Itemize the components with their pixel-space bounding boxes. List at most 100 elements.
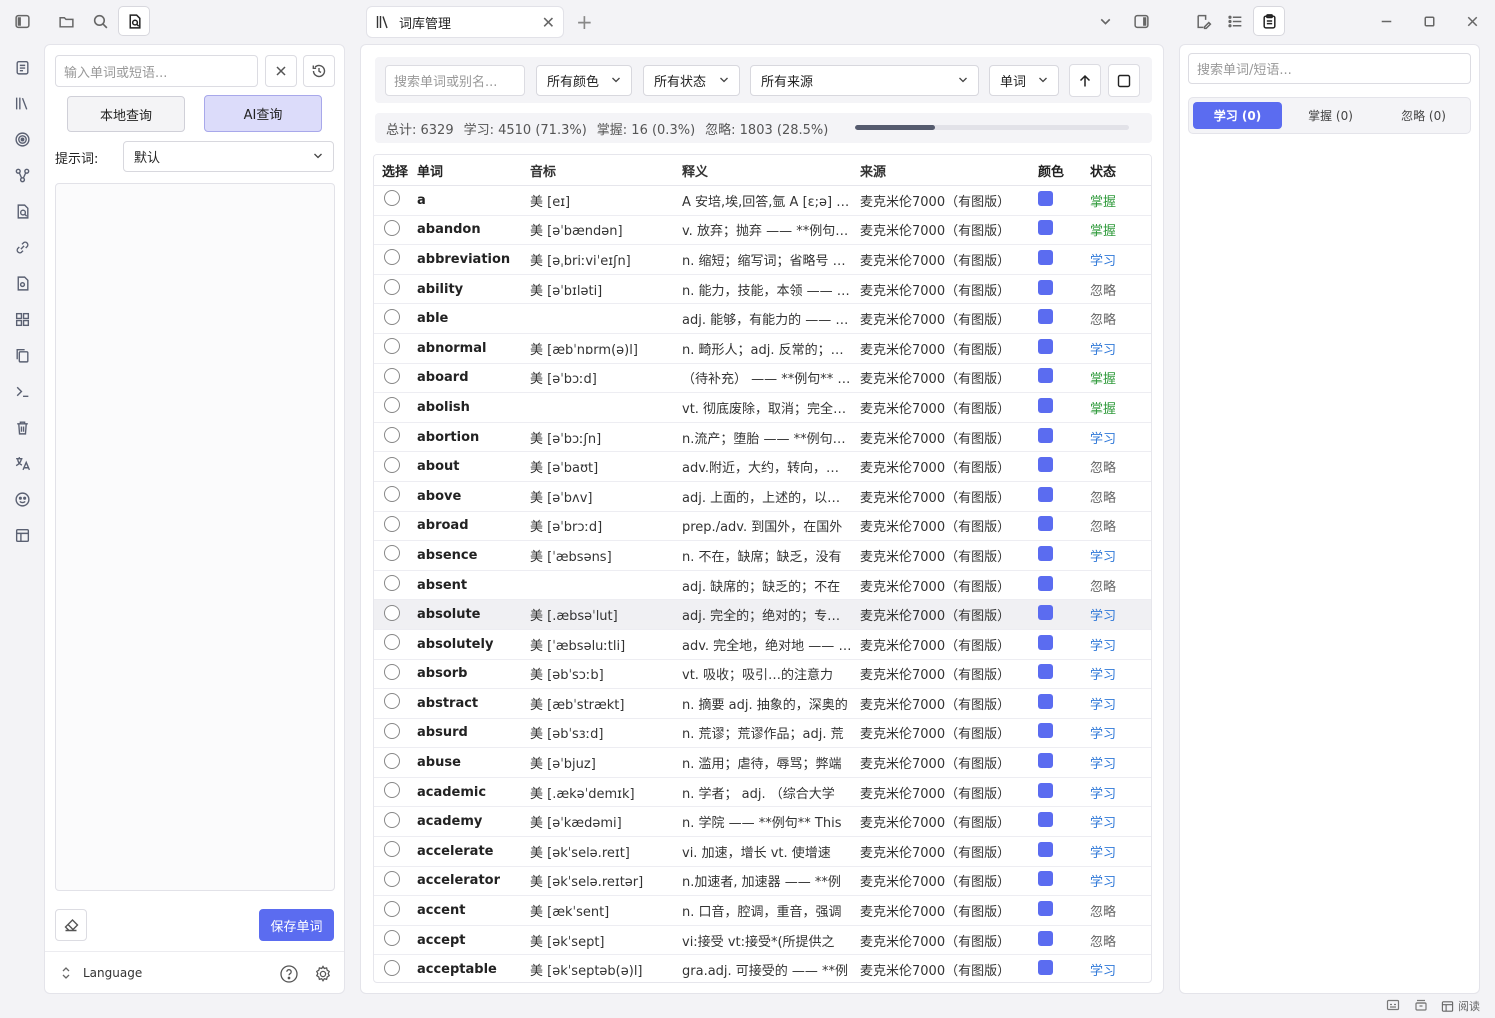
table-row[interactable]: abuse 美 [əˈbjuz] n. 滥用；虐待，辱骂；弊端 麦克米伦7000（有图…: [374, 748, 1151, 778]
row-checkbox[interactable]: [384, 456, 400, 473]
edit-note-icon[interactable]: [1190, 8, 1216, 34]
status-filter-select[interactable]: 所有状态: [643, 65, 740, 96]
color-swatch[interactable]: [1038, 693, 1053, 709]
table-row[interactable]: academic 美 [.ækəˈdemɪk] n. 学者； adj. （综合大学 麦…: [374, 778, 1151, 808]
dictionary-search-icon[interactable]: [12, 201, 32, 221]
color-swatch[interactable]: [1038, 753, 1053, 769]
word-cell[interactable]: aboard: [417, 370, 530, 385]
layout-icon[interactable]: [12, 525, 32, 545]
color-swatch[interactable]: [1038, 901, 1053, 917]
row-checkbox[interactable]: [384, 486, 400, 503]
row-checkbox[interactable]: [384, 900, 400, 917]
word-cell[interactable]: abnormal: [417, 341, 530, 356]
status-cell[interactable]: 学习: [1090, 812, 1140, 831]
word-cell[interactable]: abandon: [417, 222, 530, 237]
table-row[interactable]: absolutely 美 [ˈæbsəluːtli] adv. 完全地，绝对地 ——…: [374, 630, 1151, 660]
status-cell[interactable]: 学习: [1090, 783, 1140, 802]
table-row[interactable]: abroad 美 [əˈbrɔːd] prep./adv. 到国外，在国外 麦克米伦7…: [374, 512, 1151, 542]
close-icon[interactable]: ✕: [542, 13, 555, 32]
word-search-input[interactable]: 搜索单词或别名...: [385, 65, 525, 96]
word-cell[interactable]: absorb: [417, 666, 530, 681]
new-tab-icon[interactable]: +: [576, 10, 593, 34]
word-cell[interactable]: abortion: [417, 430, 530, 445]
status-cell[interactable]: 忽略: [1090, 931, 1140, 950]
word-cell[interactable]: abstract: [417, 696, 530, 711]
tab-vocab-manager[interactable]: 词库管理 ✕: [366, 6, 564, 38]
color-swatch[interactable]: [1038, 279, 1053, 295]
status-cell[interactable]: 学习: [1090, 664, 1140, 683]
color-swatch[interactable]: [1038, 457, 1053, 473]
status-cell[interactable]: 学习: [1090, 605, 1140, 624]
settings-gear-icon[interactable]: [313, 964, 333, 984]
source-filter-select[interactable]: 所有来源: [750, 65, 979, 96]
search-icon[interactable]: [87, 8, 113, 34]
ai-query-button[interactable]: AI查询: [204, 95, 322, 132]
row-checkbox[interactable]: [384, 959, 400, 976]
color-swatch[interactable]: [1038, 871, 1053, 887]
window-close-icon[interactable]: [1459, 8, 1485, 34]
color-swatch[interactable]: [1038, 545, 1053, 561]
row-checkbox[interactable]: [384, 811, 400, 828]
status-cell[interactable]: 掌握: [1090, 368, 1140, 387]
status-cell[interactable]: 学习: [1090, 694, 1140, 713]
tab-master[interactable]: 掌握 (0): [1286, 102, 1375, 129]
word-cell[interactable]: able: [417, 311, 530, 326]
table-row[interactable]: accent 美 [ækˈsent] n. 口音，腔调，重音，强调 麦克米伦7000（…: [374, 896, 1151, 926]
status-cell[interactable]: 掌握: [1090, 191, 1140, 210]
word-cell[interactable]: acceptable: [417, 962, 530, 977]
table-row[interactable]: able adj. 能够，有能力的 —— **例 麦克米伦7000（有图版） 忽略: [374, 304, 1151, 334]
color-swatch[interactable]: [1038, 812, 1053, 828]
archive-icon[interactable]: [1414, 998, 1428, 1012]
word-cell[interactable]: accept: [417, 933, 530, 948]
row-checkbox[interactable]: [384, 782, 400, 799]
row-checkbox[interactable]: [384, 604, 400, 621]
word-cell[interactable]: above: [417, 489, 530, 504]
word-input[interactable]: 输入单词或短语...: [55, 55, 258, 87]
color-swatch[interactable]: [1038, 249, 1053, 265]
row-checkbox[interactable]: [384, 930, 400, 947]
table-row[interactable]: absorb 美 [əbˈsɔːb] vt. 吸收；吸引…的注意力 麦克米伦7000（…: [374, 660, 1151, 690]
color-swatch[interactable]: [1038, 782, 1053, 798]
row-checkbox[interactable]: [384, 397, 400, 414]
word-cell[interactable]: absence: [417, 548, 530, 563]
status-cell[interactable]: 学习: [1090, 960, 1140, 979]
status-cell[interactable]: 学习: [1090, 723, 1140, 742]
target-icon[interactable]: [12, 129, 32, 149]
status-cell[interactable]: 忽略: [1090, 280, 1140, 299]
row-checkbox[interactable]: [384, 367, 400, 384]
table-row[interactable]: accelerator 美 [əkˈselə.reɪtər] n.加速者, 加速器 …: [374, 867, 1151, 897]
table-row[interactable]: about 美 [əˈbaʊt] adv.附近，大约，转向，周围 麦克米伦7000（有…: [374, 452, 1151, 482]
trash-icon[interactable]: [12, 417, 32, 437]
row-checkbox[interactable]: [384, 634, 400, 651]
status-cell[interactable]: 学习: [1090, 546, 1140, 565]
color-swatch[interactable]: [1038, 605, 1053, 621]
status-cell[interactable]: 忽略: [1090, 901, 1140, 920]
list-icon[interactable]: [1222, 8, 1248, 34]
status-cell[interactable]: 忽略: [1090, 576, 1140, 595]
word-cell[interactable]: ability: [417, 282, 530, 297]
color-swatch[interactable]: [1038, 486, 1053, 502]
table-row[interactable]: abortion 美 [əˈbɔːʃn] n.流产；堕胎 —— **例句** He 麦…: [374, 423, 1151, 453]
word-cell[interactable]: absolute: [417, 607, 530, 622]
row-checkbox[interactable]: [384, 308, 400, 325]
clear-input-button[interactable]: [265, 55, 297, 87]
status-cell[interactable]: 学习: [1090, 635, 1140, 654]
save-word-button[interactable]: 保存单词: [259, 909, 334, 941]
eraser-button[interactable]: [55, 909, 87, 941]
row-checkbox[interactable]: [384, 279, 400, 296]
word-cell[interactable]: abuse: [417, 755, 530, 770]
color-swatch[interactable]: [1038, 634, 1053, 650]
table-row[interactable]: absurd 美 [əbˈsɜːd] n. 荒谬；荒谬作品；adj. 荒麦克米伦70…: [374, 719, 1151, 749]
color-swatch[interactable]: [1038, 516, 1053, 532]
color-swatch[interactable]: [1038, 723, 1053, 739]
table-row[interactable]: above 美 [əˈbʌv] adj. 上面的，上述的，以上的 麦克米伦7000（有…: [374, 482, 1151, 512]
color-swatch[interactable]: [1038, 664, 1053, 680]
word-cell[interactable]: academic: [417, 785, 530, 800]
status-cell[interactable]: 学习: [1090, 871, 1140, 890]
row-checkbox[interactable]: [384, 249, 400, 266]
dictionary-lookup-icon[interactable]: [118, 6, 150, 36]
table-row[interactable]: absence 美 [ˈæbsəns] n. 不在，缺席；缺乏，没有 麦克米伦7000…: [374, 541, 1151, 571]
table-row[interactable]: accelerate 美 [əkˈselə.reɪt] vi. 加速，增长 vt. …: [374, 837, 1151, 867]
tab-learn[interactable]: 学习 (0): [1193, 102, 1282, 129]
status-cell[interactable]: 学习: [1090, 339, 1140, 358]
